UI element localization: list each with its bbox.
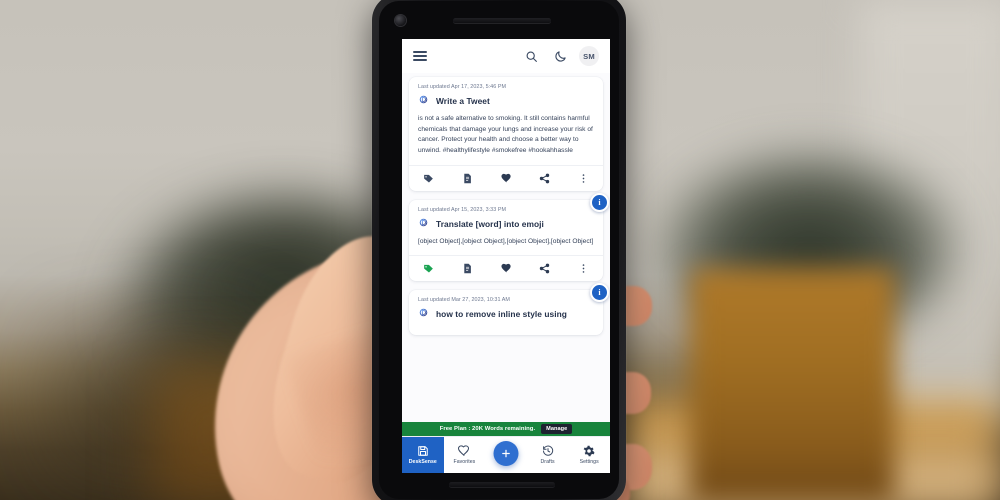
note-title-row: Write a Tweet bbox=[418, 95, 594, 107]
nav-item-drafts[interactable]: Drafts bbox=[527, 437, 569, 473]
manage-plan-button[interactable]: Manage bbox=[541, 424, 573, 434]
phone-bezel: SM Last updated Apr 17, 2023, 5:46 PM Wr… bbox=[379, 1, 619, 499]
notes-feed[interactable]: Last updated Apr 17, 2023, 5:46 PM Write… bbox=[402, 73, 610, 422]
save-disk-icon bbox=[417, 445, 429, 457]
note-card[interactable]: i Last updated Mar 27, 2023, 10:31 AM ho… bbox=[409, 283, 609, 336]
note-body-text: [object Object],[object Object],[object … bbox=[418, 237, 594, 245]
info-badge[interactable]: i bbox=[590, 283, 609, 303]
search-icon[interactable] bbox=[521, 46, 541, 66]
gear-icon bbox=[583, 445, 595, 457]
plan-banner: Free Plan : 20K Words remaining. Manage bbox=[402, 422, 610, 436]
note-title: how to remove inline style using bbox=[436, 309, 567, 320]
info-badge-label: i bbox=[598, 197, 601, 207]
nav-item-favorites[interactable]: Favorites bbox=[444, 437, 486, 473]
nav-label-settings: Settings bbox=[579, 459, 599, 465]
note-title-row: how to remove inline style using bbox=[418, 308, 594, 320]
bottom-navigation: DeskSense Favorites Drafts Settings bbox=[402, 436, 610, 473]
phone-bottom-speaker bbox=[449, 482, 555, 487]
moon-icon[interactable] bbox=[550, 46, 570, 66]
share-icon[interactable] bbox=[538, 172, 551, 185]
note-last-updated: Last updated Apr 15, 2023, 3:33 PM bbox=[418, 206, 507, 213]
more-vertical-icon[interactable] bbox=[577, 262, 590, 275]
add-new-button[interactable] bbox=[493, 441, 519, 466]
note-last-updated: Last updated Mar 27, 2023, 10:31 AM bbox=[418, 297, 510, 304]
avatar-initials: SM bbox=[583, 51, 595, 61]
history-clock-icon bbox=[542, 445, 554, 457]
note-card-actions bbox=[409, 255, 603, 281]
heart-icon[interactable] bbox=[500, 262, 513, 275]
fab-slot bbox=[485, 437, 527, 473]
nav-label-drafts: Drafts bbox=[540, 459, 555, 465]
note-card[interactable]: Last updated Apr 17, 2023, 5:46 PM Write… bbox=[409, 77, 603, 191]
note-title: Translate [word] into emoji bbox=[436, 218, 544, 229]
phone-front-camera bbox=[395, 15, 406, 26]
note-last-updated: Last updated Apr 17, 2023, 5:46 PM bbox=[418, 84, 507, 90]
nav-label-desksense: DeskSense bbox=[408, 459, 437, 465]
tag-icon[interactable] bbox=[422, 172, 435, 185]
note-card-actions bbox=[409, 164, 603, 191]
desksense-logo-icon bbox=[418, 218, 430, 230]
note-card-body: Last updated Apr 17, 2023, 5:46 PM Write… bbox=[409, 77, 603, 165]
plan-banner-text: Free Plan : 20K Words remaining. bbox=[439, 426, 536, 432]
more-vertical-icon[interactable] bbox=[577, 172, 590, 185]
desksense-logo-icon bbox=[418, 95, 430, 107]
avatar[interactable]: SM bbox=[579, 46, 599, 66]
phone-earpiece-speaker bbox=[453, 18, 551, 23]
note-title: Write a Tweet bbox=[436, 96, 490, 106]
note-card-body: Last updated Apr 15, 2023, 3:33 PM Trans… bbox=[409, 200, 603, 256]
heart-outline-icon bbox=[458, 445, 470, 457]
app-bar: SM bbox=[402, 39, 610, 73]
desksense-logo-icon bbox=[418, 308, 430, 320]
info-badge[interactable]: i bbox=[590, 192, 609, 212]
note-card[interactable]: i Last updated Apr 15, 2023, 3:33 PM Tra… bbox=[409, 192, 609, 282]
note-card-body: Last updated Mar 27, 2023, 10:31 AM how … bbox=[409, 290, 603, 335]
background-pot-right bbox=[690, 268, 895, 500]
share-icon[interactable] bbox=[538, 262, 551, 275]
hamburger-menu-icon[interactable] bbox=[413, 50, 427, 62]
nav-label-favorites: Favorites bbox=[453, 459, 476, 465]
nav-item-desksense[interactable]: DeskSense bbox=[402, 437, 444, 473]
note-body-text: is not a safe alternative to smoking. It… bbox=[418, 115, 593, 155]
screenshot-scene: SM Last updated Apr 17, 2023, 5:46 PM Wr… bbox=[0, 0, 1000, 500]
tag-icon[interactable] bbox=[422, 262, 435, 275]
info-badge-label: i bbox=[598, 288, 601, 298]
app-screen: SM Last updated Apr 17, 2023, 5:46 PM Wr… bbox=[402, 39, 610, 473]
nav-item-settings[interactable]: Settings bbox=[568, 437, 610, 473]
phone-device: SM Last updated Apr 17, 2023, 5:46 PM Wr… bbox=[372, 0, 626, 500]
note-title-row: Translate [word] into emoji bbox=[418, 218, 594, 230]
document-icon[interactable] bbox=[461, 262, 474, 275]
document-icon[interactable] bbox=[461, 172, 474, 185]
heart-icon[interactable] bbox=[500, 172, 513, 185]
